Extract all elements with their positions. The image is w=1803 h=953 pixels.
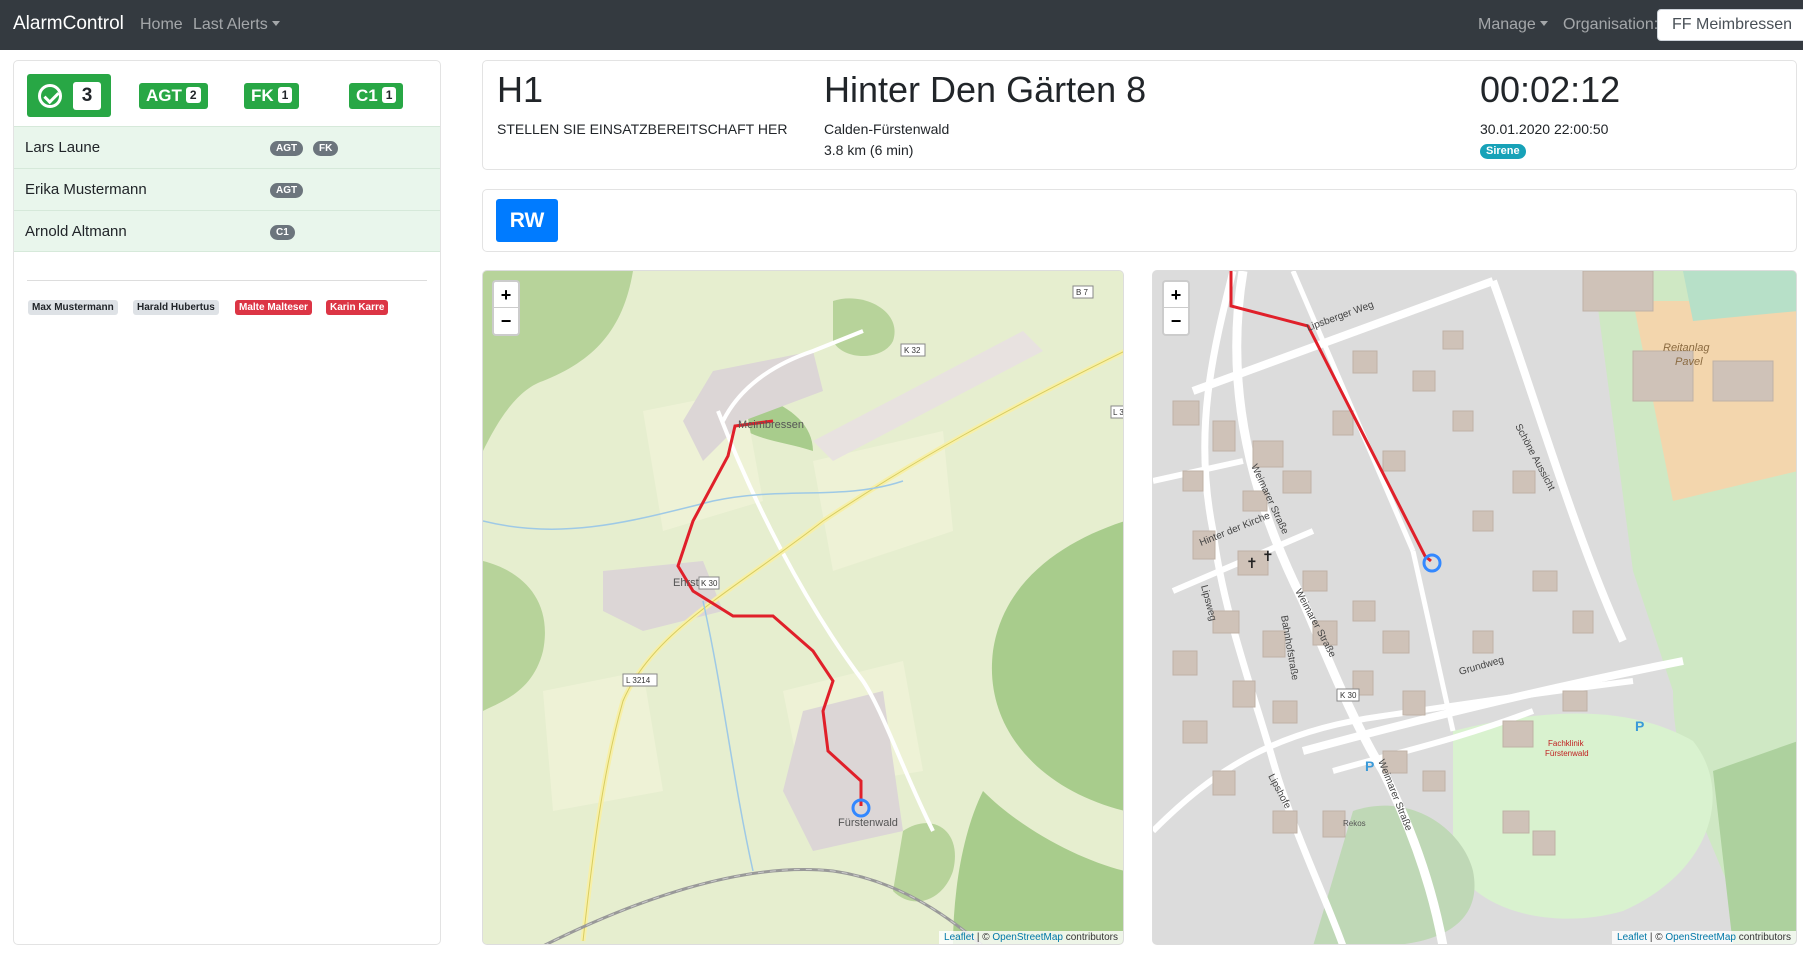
leaflet-link[interactable]: Leaflet xyxy=(944,932,974,943)
overview-zoom-control: + − xyxy=(492,280,520,336)
response-panel: 3 AGT 2 FK 1 C1 1 Lars Laune AGT FK Erika M… xyxy=(13,60,441,945)
responder-tag: FK xyxy=(313,141,339,156)
svg-text:Meimbressen: Meimbressen xyxy=(738,419,804,431)
qualification-count: 2 xyxy=(185,87,201,103)
svg-text:P: P xyxy=(1365,758,1374,774)
svg-text:B 7: B 7 xyxy=(1076,288,1089,297)
svg-text:P: P xyxy=(1635,718,1644,734)
svg-text:K 30: K 30 xyxy=(701,579,718,588)
alarm-datetime: 30.01.2020 22:00:50 xyxy=(1480,121,1609,137)
total-response-count: 3 xyxy=(73,82,101,110)
alarm-timer: 00:02:12 xyxy=(1480,69,1621,110)
overview-map-tiles: Meimbressen Ehrsten Fürstenwald K 32 K 3… xyxy=(483,271,1124,944)
zoom-in-button[interactable]: + xyxy=(1164,282,1188,308)
nav-last-alerts[interactable]: Last Alerts xyxy=(193,16,280,34)
alarm-keyword-text: STELLEN SIE EINSATZBEREITSCHAFT HER xyxy=(497,121,788,137)
qualification-badge-fk: FK 1 xyxy=(244,83,300,109)
non-responder-badge: Max Mustermann xyxy=(28,300,118,315)
qualification-label: FK xyxy=(251,86,274,105)
alarm-address: Hinter Den Gärten 8 xyxy=(824,69,1147,110)
svg-text:L 3: L 3 xyxy=(1113,408,1124,417)
svg-text:Fürstenwald: Fürstenwald xyxy=(838,817,898,829)
svg-text:Reitanlag: Reitanlag xyxy=(1663,342,1710,354)
responder-name: Arnold Altmann xyxy=(25,223,127,240)
vehicle-button-rw[interactable]: RW xyxy=(496,199,558,242)
overview-map[interactable]: Meimbressen Ehrsten Fürstenwald K 32 K 3… xyxy=(482,270,1124,945)
qualification-count: 1 xyxy=(381,87,397,103)
map-attribution: Leaflet | © OpenStreetMap contributors xyxy=(939,931,1123,944)
svg-text:K 32: K 32 xyxy=(904,346,921,355)
total-response-badge: 3 xyxy=(27,74,111,117)
nav-manage[interactable]: Manage xyxy=(1478,16,1548,34)
chevron-down-icon xyxy=(271,21,280,26)
svg-text:✝: ✝ xyxy=(1262,548,1274,564)
responder-tag: AGT xyxy=(270,141,304,156)
alarm-info-card: H1 STELLEN SIE EINSATZBEREITSCHAFT HER H… xyxy=(482,60,1797,170)
osm-link[interactable]: OpenStreetMap xyxy=(992,932,1063,943)
svg-text:L 3214: L 3214 xyxy=(626,676,651,685)
responder-tag: AGT xyxy=(270,183,304,198)
detail-map[interactable]: Lipsberger Weg Weimarer Straße Hinter de… xyxy=(1152,270,1797,945)
non-responder-badge: Harald Hubertus xyxy=(133,300,219,315)
attribution-separator: | © xyxy=(1647,932,1666,943)
nav-last-alerts-label: Last Alerts xyxy=(193,16,268,33)
alarm-distance: 3.8 km (6 min) xyxy=(824,142,914,158)
divider xyxy=(27,280,427,281)
responder-row: Arnold Altmann C1 xyxy=(14,210,440,252)
declined-badge: Malte Malteser xyxy=(235,300,312,315)
svg-text:Fachklinik: Fachklinik xyxy=(1548,739,1585,748)
map-attribution: Leaflet | © OpenStreetMap contributors xyxy=(1612,931,1796,944)
organisation-select[interactable]: FF Meimbressen xyxy=(1657,9,1803,41)
zoom-out-button[interactable]: − xyxy=(1164,308,1188,334)
responder-name: Erika Mustermann xyxy=(25,181,147,198)
organisation-label: Organisation: xyxy=(1563,16,1659,33)
alarm-city: Calden-Fürstenwald xyxy=(824,121,950,137)
organisation-value: FF Meimbressen xyxy=(1672,16,1793,33)
svg-text:Pavel: Pavel xyxy=(1675,356,1703,368)
nav-home[interactable]: Home xyxy=(140,16,183,34)
zoom-out-button[interactable]: − xyxy=(494,308,518,334)
detail-map-tiles: Lipsberger Weg Weimarer Straße Hinter de… xyxy=(1153,271,1796,944)
svg-text:✝: ✝ xyxy=(1246,555,1258,571)
detail-zoom-control: + − xyxy=(1162,280,1190,336)
chevron-down-icon xyxy=(1539,21,1548,26)
qualification-badge-agt: AGT 2 xyxy=(139,83,208,109)
leaflet-link[interactable]: Leaflet xyxy=(1617,932,1647,943)
zoom-in-button[interactable]: + xyxy=(494,282,518,308)
svg-text:K 30: K 30 xyxy=(1340,691,1357,700)
check-circle-icon xyxy=(38,84,62,108)
qualification-count: 1 xyxy=(277,87,293,103)
responder-row: Erika Mustermann AGT xyxy=(14,168,440,210)
declined-badge: Karin Karre xyxy=(326,300,389,315)
qualification-badge-c1: C1 1 xyxy=(349,83,404,109)
qualification-label: C1 xyxy=(356,86,378,105)
svg-text:Rekos: Rekos xyxy=(1343,819,1366,828)
brand-logo[interactable]: AlarmControl xyxy=(13,13,124,35)
alarm-type-badge: Sirene xyxy=(1480,144,1526,159)
responder-tag: C1 xyxy=(270,225,295,240)
alarm-keyword: H1 xyxy=(497,69,544,110)
vehicles-card: RW xyxy=(482,189,1797,252)
nav-manage-label: Manage xyxy=(1478,16,1536,33)
svg-text:Fürstenwald: Fürstenwald xyxy=(1545,749,1589,758)
attribution-separator: | © xyxy=(974,932,993,943)
top-navbar: AlarmControl Home Last Alerts Manage Org… xyxy=(0,0,1803,50)
attribution-text: contributors xyxy=(1062,932,1118,943)
attribution-text: contributors xyxy=(1735,932,1791,943)
osm-link[interactable]: OpenStreetMap xyxy=(1665,932,1736,943)
responder-name: Lars Laune xyxy=(25,139,101,156)
qualification-label: AGT xyxy=(146,86,182,105)
responder-row: Lars Laune AGT FK xyxy=(14,126,440,168)
